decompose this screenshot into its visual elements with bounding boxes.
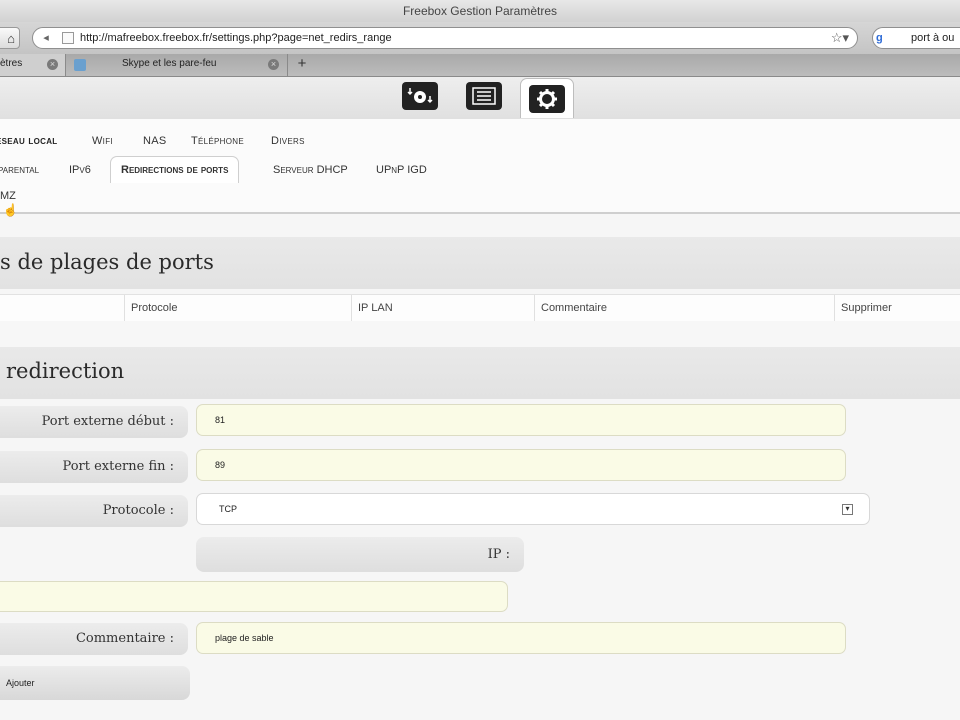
new-tab-button[interactable]: + xyxy=(290,54,314,76)
submenu-item-redirections[interactable]: Redirections de ports xyxy=(110,156,240,183)
ranges-section-title: s de plages de ports xyxy=(0,250,214,274)
menu-item-divers[interactable]: Divers xyxy=(271,119,305,153)
hand-cursor-icon: ☝ xyxy=(3,203,18,217)
comment-input[interactable]: plage de sable xyxy=(196,622,846,654)
search-engine-icon[interactable]: g xyxy=(876,30,902,46)
ranges-table-header: Protocole IP LAN Commentaire Supprimer xyxy=(0,294,960,322)
menu-item-reseau-local[interactable]: éseau local xyxy=(0,119,57,153)
menu-item-wifi[interactable]: Wifi xyxy=(92,119,113,153)
page-favicon-icon xyxy=(62,32,74,44)
submenu-item-dhcp[interactable]: Serveur DHCP xyxy=(273,156,348,183)
menu-item-telephone[interactable]: Téléphone xyxy=(191,119,244,153)
port-start-label: Port externe début : xyxy=(0,406,188,438)
search-box[interactable]: g port à ou xyxy=(872,27,960,49)
ranges-section-header: s de plages de ports xyxy=(0,237,960,289)
comment-label: Commentaire : xyxy=(0,623,188,655)
protocol-select[interactable]: TCP ▾ xyxy=(196,493,870,525)
list-icon[interactable] xyxy=(466,82,502,110)
column-header-commentaire: Commentaire xyxy=(534,295,834,321)
column-header-protocole: Protocole xyxy=(124,295,351,321)
url-text[interactable]: http://mafreebox.freebox.fr/settings.php… xyxy=(80,28,392,48)
main-menu: éseau local Wifi NAS Téléphone Divers xyxy=(0,119,960,154)
submenu-item-parental[interactable]: parental xyxy=(0,156,39,183)
back-icon[interactable]: ◂ xyxy=(35,29,57,47)
tab-skype[interactable]: Skype et les pare-feu × xyxy=(66,54,288,76)
bookmark-star-icon[interactable]: ☆▾ xyxy=(831,28,849,48)
tab-freebox[interactable]: ètres × xyxy=(0,54,66,76)
home-button[interactable]: ⌂ xyxy=(0,27,20,49)
port-end-label: Port externe fin : xyxy=(0,451,188,483)
spacer xyxy=(0,321,960,347)
address-bar[interactable]: ◂ http://mafreebox.freebox.fr/settings.p… xyxy=(32,27,858,49)
tertiary-menu: MZ ☝ xyxy=(0,184,960,217)
sub-menu: parental IPv6 Redirections de ports Serv… xyxy=(0,153,960,185)
dmz-link[interactable]: MZ xyxy=(0,190,16,202)
window-title: Freebox Gestion Paramètres xyxy=(402,4,558,18)
settings-tab[interactable] xyxy=(520,78,574,118)
column-header-ip-lan: IP LAN xyxy=(351,295,534,321)
form-section-title: redirection xyxy=(6,359,125,383)
browser-toolbar: ⌂ ◂ http://mafreebox.freebox.fr/settings… xyxy=(0,22,960,55)
select-arrow-icon: ▾ xyxy=(842,504,853,515)
menu-item-nas[interactable]: NAS xyxy=(143,119,167,153)
column-header-supprimer: Supprimer xyxy=(834,295,960,321)
search-input[interactable]: port à ou xyxy=(911,28,954,48)
submenu-item-upnp[interactable]: UPnP IGD xyxy=(376,156,427,183)
window-titlebar: Freebox Gestion Paramètres xyxy=(0,0,960,22)
gear-icon xyxy=(529,84,565,113)
port-end-input[interactable]: 89 xyxy=(196,449,846,481)
port-start-input[interactable]: 81 xyxy=(196,404,846,436)
close-icon[interactable]: × xyxy=(47,59,58,70)
close-icon[interactable]: × xyxy=(268,59,279,70)
home-icon: ⌂ xyxy=(7,31,15,46)
tab-strip: ètres × Skype et les pare-feu × + xyxy=(0,54,960,77)
submenu-item-ipv6[interactable]: IPv6 xyxy=(69,156,91,183)
tab-label: Skype et les pare-feu xyxy=(122,58,217,69)
protocol-select-value: TCP xyxy=(219,504,237,514)
ip-input[interactable] xyxy=(0,581,508,612)
tab-label: ètres xyxy=(0,58,23,69)
app-header xyxy=(0,77,960,120)
add-button[interactable]: Ajouter xyxy=(0,666,190,700)
download-disk-icon[interactable] xyxy=(402,82,438,110)
form-section-header: redirection xyxy=(0,347,960,399)
column-header-empty xyxy=(0,295,124,321)
skype-favicon-icon xyxy=(74,59,86,71)
protocol-label: Protocole : xyxy=(0,495,188,527)
ip-label: IP : xyxy=(196,537,524,572)
